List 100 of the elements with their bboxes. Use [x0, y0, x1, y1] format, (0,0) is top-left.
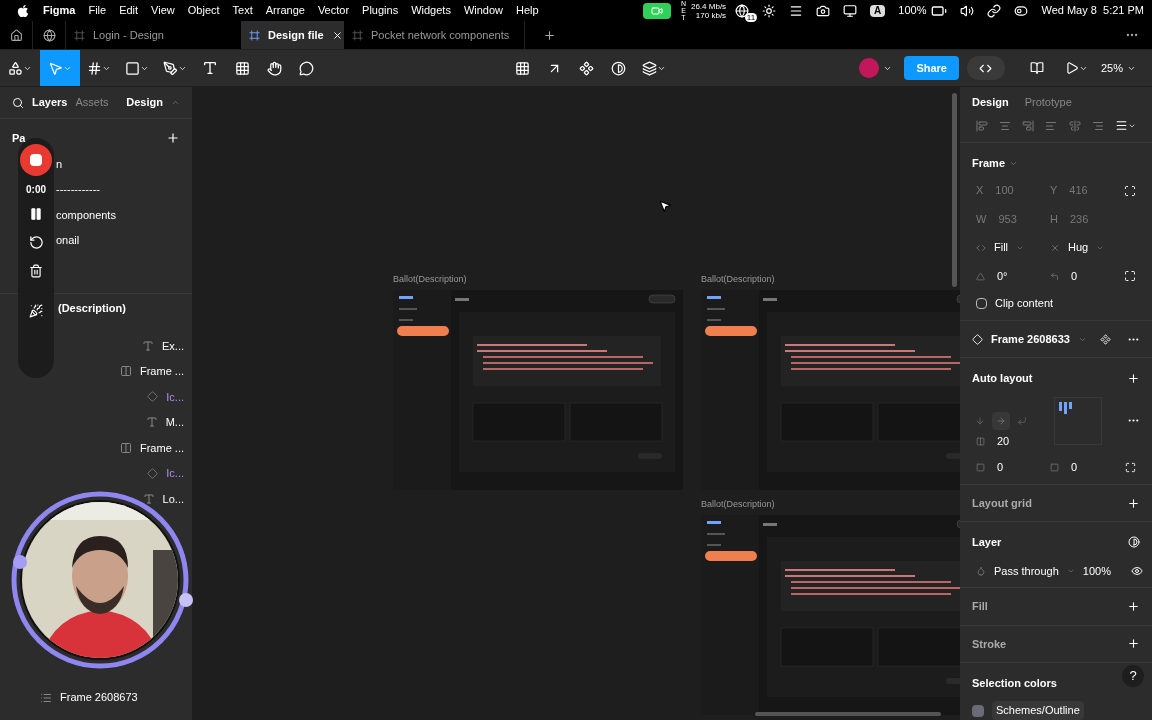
layer-row[interactable]: Lo...: [142, 486, 192, 512]
mode-icon[interactable]: [1128, 536, 1140, 549]
align-bottom-icon[interactable]: [1091, 119, 1104, 132]
menu-item[interactable]: Vector: [317, 2, 350, 19]
menu-item[interactable]: View: [151, 2, 175, 19]
diamond-icon: [972, 333, 983, 345]
control-center-icon[interactable]: [1014, 3, 1029, 18]
layer-row[interactable]: Frame 2608673: [0, 685, 192, 710]
text-icon: [142, 339, 154, 352]
padding-field[interactable]: 0: [1071, 459, 1078, 476]
rotation-field[interactable]: 0°: [997, 267, 1008, 285]
file-tab[interactable]: Login - Design: [66, 21, 241, 49]
add-page-icon[interactable]: [166, 131, 180, 145]
layer-row[interactable]: Ic...: [147, 460, 192, 486]
help-button[interactable]: ?: [1122, 665, 1144, 687]
layer-row[interactable]: Frame ...: [120, 358, 192, 384]
field-label: W: [976, 211, 987, 227]
layer-row[interactable]: Ex...: [142, 333, 192, 359]
layer-row[interactable]: Ic...: [147, 384, 192, 410]
upload-speed: 170 kb/s: [694, 10, 727, 20]
link-icon[interactable]: [987, 3, 1002, 18]
width-mode[interactable]: Fill: [994, 239, 1009, 256]
align-top-icon[interactable]: [1045, 119, 1058, 132]
menu-item[interactable]: Object: [187, 2, 220, 19]
add-icon[interactable]: [1127, 637, 1140, 651]
color-swatch[interactable]: [972, 704, 984, 717]
party-popper-icon[interactable]: [29, 304, 43, 318]
trash-icon[interactable]: [29, 264, 43, 278]
panel-tab[interactable]: Layers: [32, 94, 68, 111]
code-icon[interactable]: [966, 56, 1005, 80]
component-name[interactable]: Frame 2608633: [991, 330, 1070, 348]
frame-name[interactable]: (Description): [58, 300, 126, 317]
pause-icon[interactable]: [29, 207, 43, 221]
page-item[interactable]: onail: [56, 232, 80, 249]
checkbox[interactable]: [976, 298, 987, 310]
add-icon[interactable]: [1127, 599, 1140, 613]
opacity-field[interactable]: 100%: [1082, 562, 1111, 580]
menu-item[interactable]: Plugins: [362, 2, 399, 19]
angle-icon: [976, 271, 985, 281]
stop-icon[interactable]: [20, 144, 52, 176]
field-label: X: [976, 183, 984, 199]
columns-icon: [120, 441, 132, 454]
align-center-icon[interactable]: [999, 119, 1012, 132]
layer-row[interactable]: Frame ...: [120, 435, 192, 461]
app-menu[interactable]: Figma: [43, 2, 76, 19]
corner-icon: [1050, 271, 1059, 281]
gap-field[interactable]: 20: [997, 432, 1010, 450]
component-icon[interactable]: [1100, 333, 1111, 345]
add-icon[interactable]: [1127, 372, 1140, 386]
screenshot-icon[interactable]: [816, 3, 831, 18]
color-name[interactable]: Schemes/Outline: [992, 701, 1084, 720]
panel-tab[interactable]: Design: [972, 94, 1009, 111]
eye-icon[interactable]: [1130, 564, 1143, 577]
alignment-grid[interactable]: [1054, 396, 1102, 445]
height-mode[interactable]: Hug: [1068, 239, 1089, 256]
page-item[interactable]: components: [56, 206, 116, 223]
close-icon[interactable]: [331, 29, 343, 41]
padding-field[interactable]: 0: [997, 459, 1004, 476]
text-icon: [142, 492, 155, 505]
radius-field[interactable]: 0: [1071, 267, 1078, 285]
frame-label[interactable]: Ballot(Description): [701, 498, 960, 512]
page-item[interactable]: n: [56, 155, 63, 172]
layer-row[interactable]: M...: [145, 409, 192, 435]
menu-item[interactable]: File: [88, 2, 107, 19]
battery-percent: 100%: [898, 3, 927, 19]
video-icon[interactable]: [642, 2, 671, 19]
add-icon[interactable]: [1127, 496, 1140, 510]
keyboard-input[interactable]: A: [870, 4, 886, 17]
frame-label[interactable]: Ballot(Description): [393, 273, 683, 287]
download-speed: 26.4 Mb/s: [690, 1, 727, 11]
section-title[interactable]: Frame: [972, 154, 1006, 172]
file-tab[interactable]: Pocket network components: [344, 21, 519, 49]
page-item[interactable]: ------------: [56, 181, 100, 198]
menu-item[interactable]: Help: [516, 2, 539, 19]
file-tab[interactable]: Design file: [241, 21, 344, 49]
volume-icon[interactable]: [960, 3, 975, 18]
blend-mode[interactable]: Pass through: [994, 562, 1059, 580]
clock: Wed May 8 5:21 PM: [1041, 3, 1144, 19]
frame-label[interactable]: Ballot(Description): [701, 273, 960, 287]
panel-tab[interactable]: Prototype: [1024, 94, 1072, 111]
page-menu[interactable]: Design: [126, 94, 163, 111]
search-icon[interactable]: [12, 96, 24, 109]
scrollbar[interactable]: [755, 712, 941, 716]
distribute-icon[interactable]: [1114, 119, 1136, 133]
section-title: Stroke: [972, 636, 1007, 652]
text-icon: [145, 416, 158, 429]
scrollbar[interactable]: [952, 93, 957, 287]
menu-item[interactable]: Edit: [119, 2, 139, 19]
menu-item[interactable]: Widgets: [411, 2, 451, 19]
align-right-icon[interactable]: [1022, 119, 1035, 132]
menu-item[interactable]: Window: [463, 2, 504, 19]
section-title: Layout grid: [972, 495, 1032, 511]
menu-item[interactable]: Text: [232, 2, 253, 19]
restart-icon[interactable]: [28, 235, 44, 250]
zoom-menu[interactable]: 25%: [1096, 59, 1127, 77]
display-icon[interactable]: [843, 3, 858, 18]
panel-tab[interactable]: Assets: [75, 94, 109, 111]
notification-badge: 11: [744, 12, 758, 22]
brightness-icon[interactable]: [762, 3, 777, 18]
menu-item[interactable]: Arrange: [265, 2, 305, 19]
